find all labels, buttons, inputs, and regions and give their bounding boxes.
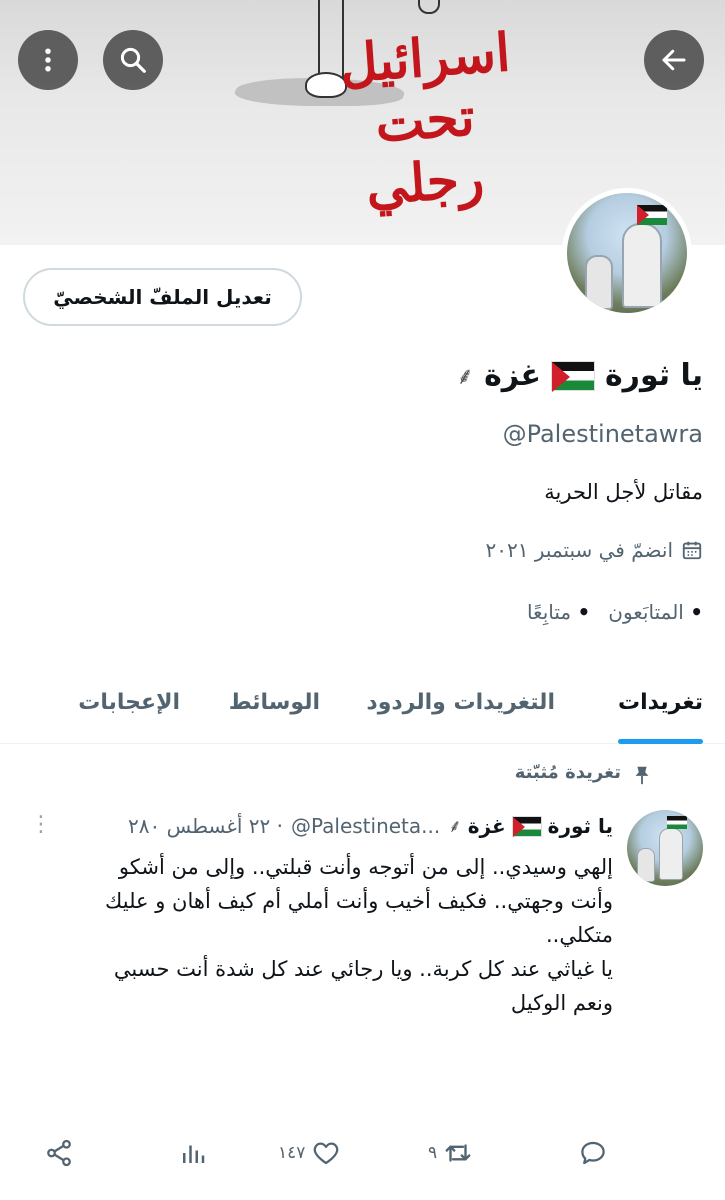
tweet-more-button[interactable]: ⋮ [30, 814, 52, 836]
avatar-figure [622, 223, 662, 308]
retweet-count: ٩ [428, 1143, 438, 1163]
edit-profile-button[interactable]: تعديل الملفّ الشخصيّ [23, 268, 302, 326]
tab-label: تغريدات [618, 689, 703, 715]
display-name-part2: غزة [484, 358, 541, 393]
tweet-text-line: إلهي وسيدي.. إلى من أتوجه وأنت قبلتي.. و… [118, 855, 613, 879]
avatar-figure [585, 255, 613, 310]
followers-label: المتابَعون [608, 600, 684, 624]
retweet-icon [445, 1144, 471, 1162]
search-button[interactable] [103, 30, 163, 90]
banner-text-line: رجلي [364, 147, 486, 218]
tab-label: الوسائط [228, 689, 320, 715]
tweet-text-line: وأنت وجهتي.. فكيف أخيب وأنت أملي أم كيف … [105, 889, 613, 913]
retweet-button[interactable]: ٩ [428, 1138, 473, 1168]
comment-icon [581, 1141, 605, 1165]
calendar-icon [682, 541, 702, 560]
follow-stats: • المتابَعون • متابِعًا [527, 600, 703, 624]
tweet-actions: ١٤٧ ٩ [0, 1138, 725, 1182]
tweet-avatar[interactable] [627, 810, 703, 886]
tweet-text-line: يا غياثي عند كل كربة.. ويا رجائي عند كل … [113, 957, 613, 981]
avatar-figure [659, 828, 683, 880]
display-name-part1: يا ثورة [604, 358, 703, 393]
search-icon [120, 47, 146, 73]
share-button[interactable] [44, 1138, 74, 1168]
more-button[interactable] [18, 30, 78, 90]
palestine-map-icon: ⸙ [448, 816, 462, 837]
tweet-author-name-part2: غزة [467, 814, 506, 838]
tweet-date[interactable]: · ٢٢ أغسطس ٢٨٠ [128, 814, 283, 838]
display-name: يا ثورة غزة ⸙ [456, 358, 703, 393]
palestine-flag-icon [511, 815, 542, 837]
banner-leg-drawing-2 [418, 0, 440, 14]
tweet-author-handle: @Palestineta... [290, 814, 441, 838]
tweet-text: إلهي وسيدي.. إلى من أتوجه وأنت قبلتي.. و… [33, 850, 613, 1020]
banner-text: اسرائيل تحت رجلي [330, 22, 520, 217]
palestine-flag-icon [550, 360, 595, 392]
followers-link[interactable]: • المتابَعون [608, 600, 703, 624]
tweet-text-line: متكلي.. [546, 923, 613, 947]
arrow-left-icon [662, 49, 686, 71]
active-tab-indicator [618, 739, 703, 744]
profile-bio: مقاتل لأجل الحرية [544, 480, 703, 504]
tab-label: التغريدات والردود [366, 689, 555, 715]
like-count: ١٤٧ [278, 1143, 306, 1163]
tweet-text-line: ونعم الوكيل [510, 991, 613, 1015]
tweet-author-name[interactable]: يا ثورة غزة ⸙ [448, 814, 613, 838]
avatar-figure [637, 848, 655, 882]
tab-media[interactable]: الوسائط [229, 660, 320, 744]
reply-button[interactable] [578, 1138, 614, 1168]
tab-tweets-replies[interactable]: التغريدات والردود [366, 660, 555, 744]
palestine-flag-icon [667, 816, 687, 829]
tweet-date-text: ٢٢ أغسطس ٢٨٠ [128, 814, 271, 838]
like-button[interactable]: ١٤٧ [278, 1138, 341, 1168]
joined-text: انضمّ في سبتمبر ٢٠٢١ [485, 538, 673, 562]
heart-icon [314, 1142, 339, 1165]
tab-likes[interactable]: الإعجابات [78, 660, 180, 744]
joined-date: انضمّ في سبتمبر ٢٠٢١ [485, 538, 703, 562]
palestine-flag-icon [637, 205, 667, 225]
tab-label: الإعجابات [78, 689, 180, 715]
palestine-map-icon: ⸙ [456, 362, 475, 390]
more-vertical-icon [45, 48, 51, 72]
share-icon [47, 1139, 71, 1167]
following-link[interactable]: • متابِعًا [527, 600, 590, 624]
pinned-label: تغريدة مُثبّتة [514, 762, 621, 783]
profile-avatar[interactable] [562, 188, 692, 318]
tab-tweets[interactable]: تغريدات [618, 660, 703, 744]
tweet-header: يا ثورة غزة ⸙ @Palestineta... · ٢٢ أغسطس… [43, 814, 613, 838]
back-button[interactable] [644, 30, 704, 90]
analytics-icon [183, 1145, 205, 1163]
pin-icon [635, 766, 649, 785]
profile-handle: @Palestinetawra [502, 420, 703, 448]
tweet-author-name-part1: يا ثورة [547, 814, 613, 838]
profile-tabs: تغريدات التغريدات والردود الوسائط الإعجا… [0, 660, 725, 744]
following-label: متابِعًا [526, 600, 572, 624]
views-button[interactable] [178, 1138, 214, 1168]
